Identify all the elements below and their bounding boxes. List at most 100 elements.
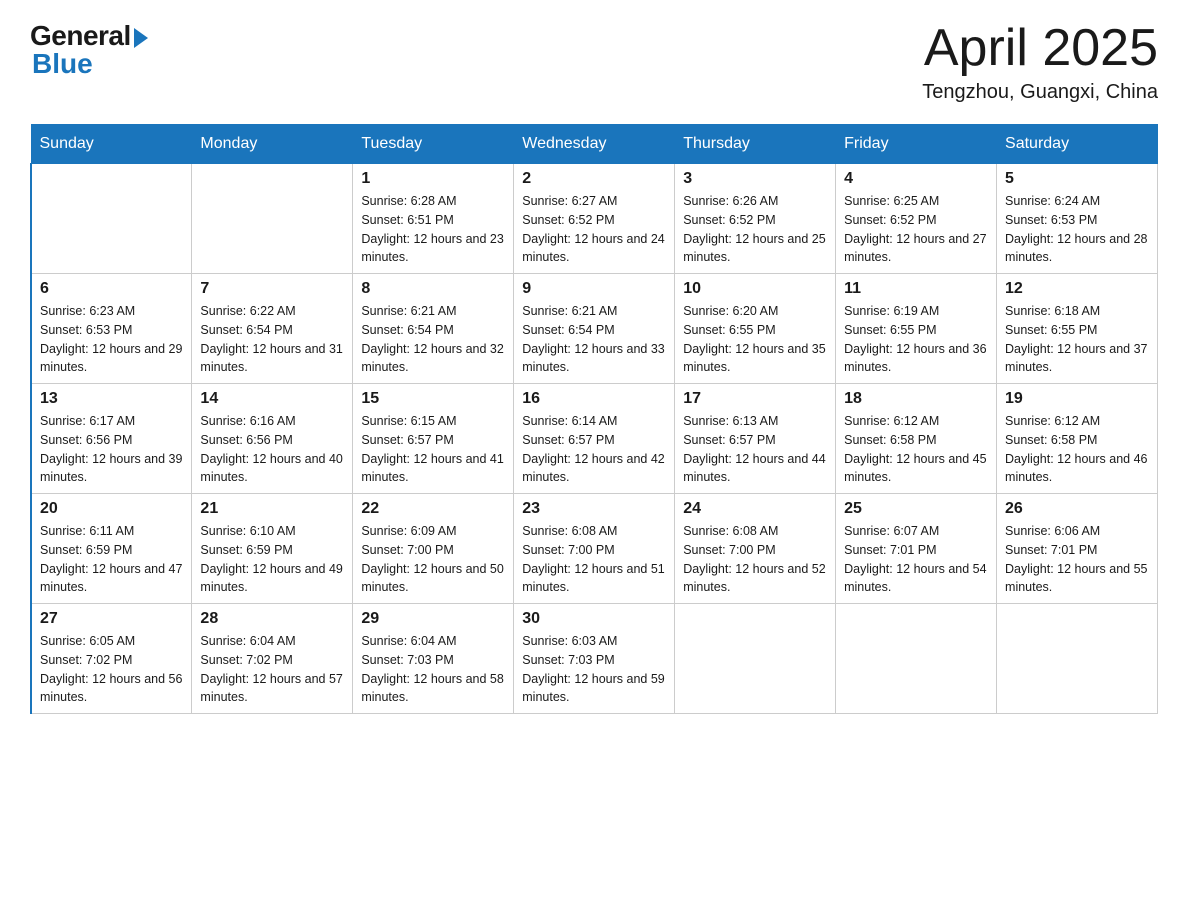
calendar-cell — [31, 164, 192, 274]
day-info: Sunrise: 6:05 AMSunset: 7:02 PMDaylight:… — [40, 632, 183, 707]
calendar-week-row: 20Sunrise: 6:11 AMSunset: 6:59 PMDayligh… — [31, 494, 1158, 604]
day-info: Sunrise: 6:10 AMSunset: 6:59 PMDaylight:… — [200, 522, 344, 597]
day-of-week-header: Monday — [192, 125, 353, 164]
calendar-cell: 15 Sunrise: 6:15 AMSunset: 6:57 PMDayligh… — [353, 384, 514, 494]
day-number: 4 — [844, 170, 988, 188]
day-number: 26 — [1005, 500, 1149, 518]
calendar-cell: 1Sunrise: 6:28 AMSunset: 6:51 PMDaylight… — [353, 164, 514, 274]
calendar-cell: 9 Sunrise: 6:21 AMSunset: 6:54 PMDaylight… — [514, 274, 675, 384]
day-number: 11 — [844, 280, 988, 298]
day-info: Sunrise: 6:08 AMSunset: 7:00 PMDaylight:… — [683, 522, 827, 597]
calendar-cell: 30 Sunrise: 6:03 AMSunset: 7:03 PMDayligh… — [514, 604, 675, 714]
day-info: Sunrise: 6:16 AMSunset: 6:56 PMDaylight:… — [200, 412, 344, 487]
day-info: Sunrise: 6:22 AMSunset: 6:54 PMDaylight:… — [200, 302, 344, 377]
day-number: 19 — [1005, 390, 1149, 408]
day-info: Sunrise: 6:15 AMSunset: 6:57 PMDaylight:… — [361, 412, 505, 487]
calendar-cell: 3 Sunrise: 6:26 AMSunset: 6:52 PMDaylight… — [675, 164, 836, 274]
calendar-cell: 22 Sunrise: 6:09 AMSunset: 7:00 PMDayligh… — [353, 494, 514, 604]
day-of-week-header: Friday — [836, 125, 997, 164]
calendar-cell: 27 Sunrise: 6:05 AMSunset: 7:02 PMDayligh… — [31, 604, 192, 714]
calendar-cell: 6Sunrise: 6:23 AMSunset: 6:53 PMDaylight… — [31, 274, 192, 384]
day-number: 3 — [683, 170, 827, 188]
logo: General Blue — [30, 20, 148, 80]
day-number: 12 — [1005, 280, 1149, 298]
day-number: 8 — [361, 280, 505, 298]
day-number: 18 — [844, 390, 988, 408]
calendar-cell: 7 Sunrise: 6:22 AMSunset: 6:54 PMDaylight… — [192, 274, 353, 384]
day-info: Sunrise: 6:26 AMSunset: 6:52 PMDaylight:… — [683, 192, 827, 267]
logo-arrow-icon — [134, 28, 148, 48]
calendar-cell: 14 Sunrise: 6:16 AMSunset: 6:56 PMDayligh… — [192, 384, 353, 494]
day-number: 20 — [40, 500, 183, 518]
day-info: Sunrise: 6:07 AMSunset: 7:01 PMDaylight:… — [844, 522, 988, 597]
day-info: Sunrise: 6:12 AMSunset: 6:58 PMDaylight:… — [1005, 412, 1149, 487]
day-info: Sunrise: 6:14 AMSunset: 6:57 PMDaylight:… — [522, 412, 666, 487]
page-header: General Blue April 2025 Tengzhou, Guangx… — [30, 20, 1158, 104]
day-info: Sunrise: 6:06 AMSunset: 7:01 PMDaylight:… — [1005, 522, 1149, 597]
day-info: Sunrise: 6:09 AMSunset: 7:00 PMDaylight:… — [361, 522, 505, 597]
calendar-cell: 2Sunrise: 6:27 AMSunset: 6:52 PMDaylight… — [514, 164, 675, 274]
calendar-cell: 18 Sunrise: 6:12 AMSunset: 6:58 PMDayligh… — [836, 384, 997, 494]
calendar-cell — [997, 604, 1158, 714]
calendar-cell: 4 Sunrise: 6:25 AMSunset: 6:52 PMDaylight… — [836, 164, 997, 274]
day-number: 22 — [361, 500, 505, 518]
day-info: Sunrise: 6:13 AMSunset: 6:57 PMDaylight:… — [683, 412, 827, 487]
day-number: 17 — [683, 390, 827, 408]
day-number: 13 — [40, 390, 183, 408]
day-info: Sunrise: 6:12 AMSunset: 6:58 PMDaylight:… — [844, 412, 988, 487]
day-of-week-header: Saturday — [997, 125, 1158, 164]
day-number: 21 — [200, 500, 344, 518]
day-number: 6 — [40, 280, 183, 298]
calendar-week-row: 13 Sunrise: 6:17 AMSunset: 6:56 PMDayligh… — [31, 384, 1158, 494]
day-number: 15 — [361, 390, 505, 408]
day-of-week-header: Tuesday — [353, 125, 514, 164]
day-info: Sunrise: 6:19 AMSunset: 6:55 PMDaylight:… — [844, 302, 988, 377]
day-info: Sunrise: 6:21 AMSunset: 6:54 PMDaylight:… — [522, 302, 666, 377]
day-number: 9 — [522, 280, 666, 298]
calendar-cell: 26 Sunrise: 6:06 AMSunset: 7:01 PMDayligh… — [997, 494, 1158, 604]
calendar-week-row: 27 Sunrise: 6:05 AMSunset: 7:02 PMDayligh… — [31, 604, 1158, 714]
day-number: 1 — [361, 170, 505, 188]
day-info: Sunrise: 6:18 AMSunset: 6:55 PMDaylight:… — [1005, 302, 1149, 377]
calendar-cell: 12 Sunrise: 6:18 AMSunset: 6:55 PMDayligh… — [997, 274, 1158, 384]
calendar-cell: 21 Sunrise: 6:10 AMSunset: 6:59 PMDayligh… — [192, 494, 353, 604]
days-of-week-row: SundayMondayTuesdayWednesdayThursdayFrid… — [31, 125, 1158, 164]
calendar-week-row: 1Sunrise: 6:28 AMSunset: 6:51 PMDaylight… — [31, 164, 1158, 274]
day-of-week-header: Wednesday — [514, 125, 675, 164]
day-number: 30 — [522, 610, 666, 628]
day-number: 5 — [1005, 170, 1149, 188]
logo-blue-text: Blue — [30, 48, 93, 80]
day-number: 23 — [522, 500, 666, 518]
calendar-cell: 5 Sunrise: 6:24 AMSunset: 6:53 PMDaylight… — [997, 164, 1158, 274]
calendar-header: SundayMondayTuesdayWednesdayThursdayFrid… — [31, 125, 1158, 164]
day-info: Sunrise: 6:24 AMSunset: 6:53 PMDaylight:… — [1005, 192, 1149, 267]
calendar-cell: 23Sunrise: 6:08 AMSunset: 7:00 PMDayligh… — [514, 494, 675, 604]
calendar-cell — [836, 604, 997, 714]
day-info: Sunrise: 6:20 AMSunset: 6:55 PMDaylight:… — [683, 302, 827, 377]
calendar-cell: 19 Sunrise: 6:12 AMSunset: 6:58 PMDayligh… — [997, 384, 1158, 494]
day-number: 27 — [40, 610, 183, 628]
calendar-cell: 29 Sunrise: 6:04 AMSunset: 7:03 PMDayligh… — [353, 604, 514, 714]
day-number: 7 — [200, 280, 344, 298]
calendar-body: 1Sunrise: 6:28 AMSunset: 6:51 PMDaylight… — [31, 164, 1158, 714]
day-info: Sunrise: 6:25 AMSunset: 6:52 PMDaylight:… — [844, 192, 988, 267]
calendar-cell: 28 Sunrise: 6:04 AMSunset: 7:02 PMDayligh… — [192, 604, 353, 714]
day-number: 10 — [683, 280, 827, 298]
day-number: 29 — [361, 610, 505, 628]
day-info: Sunrise: 6:04 AMSunset: 7:02 PMDaylight:… — [200, 632, 344, 707]
calendar-table: SundayMondayTuesdayWednesdayThursdayFrid… — [30, 124, 1158, 714]
main-title: April 2025 — [922, 20, 1158, 77]
calendar-week-row: 6Sunrise: 6:23 AMSunset: 6:53 PMDaylight… — [31, 274, 1158, 384]
day-info: Sunrise: 6:04 AMSunset: 7:03 PMDaylight:… — [361, 632, 505, 707]
day-info: Sunrise: 6:03 AMSunset: 7:03 PMDaylight:… — [522, 632, 666, 707]
day-number: 14 — [200, 390, 344, 408]
day-number: 2 — [522, 170, 666, 188]
day-number: 16 — [522, 390, 666, 408]
day-number: 24 — [683, 500, 827, 518]
day-number: 28 — [200, 610, 344, 628]
day-of-week-header: Thursday — [675, 125, 836, 164]
calendar-cell: 24 Sunrise: 6:08 AMSunset: 7:00 PMDayligh… — [675, 494, 836, 604]
day-info: Sunrise: 6:17 AMSunset: 6:56 PMDaylight:… — [40, 412, 183, 487]
subtitle: Tengzhou, Guangxi, China — [922, 81, 1158, 104]
calendar-cell — [675, 604, 836, 714]
